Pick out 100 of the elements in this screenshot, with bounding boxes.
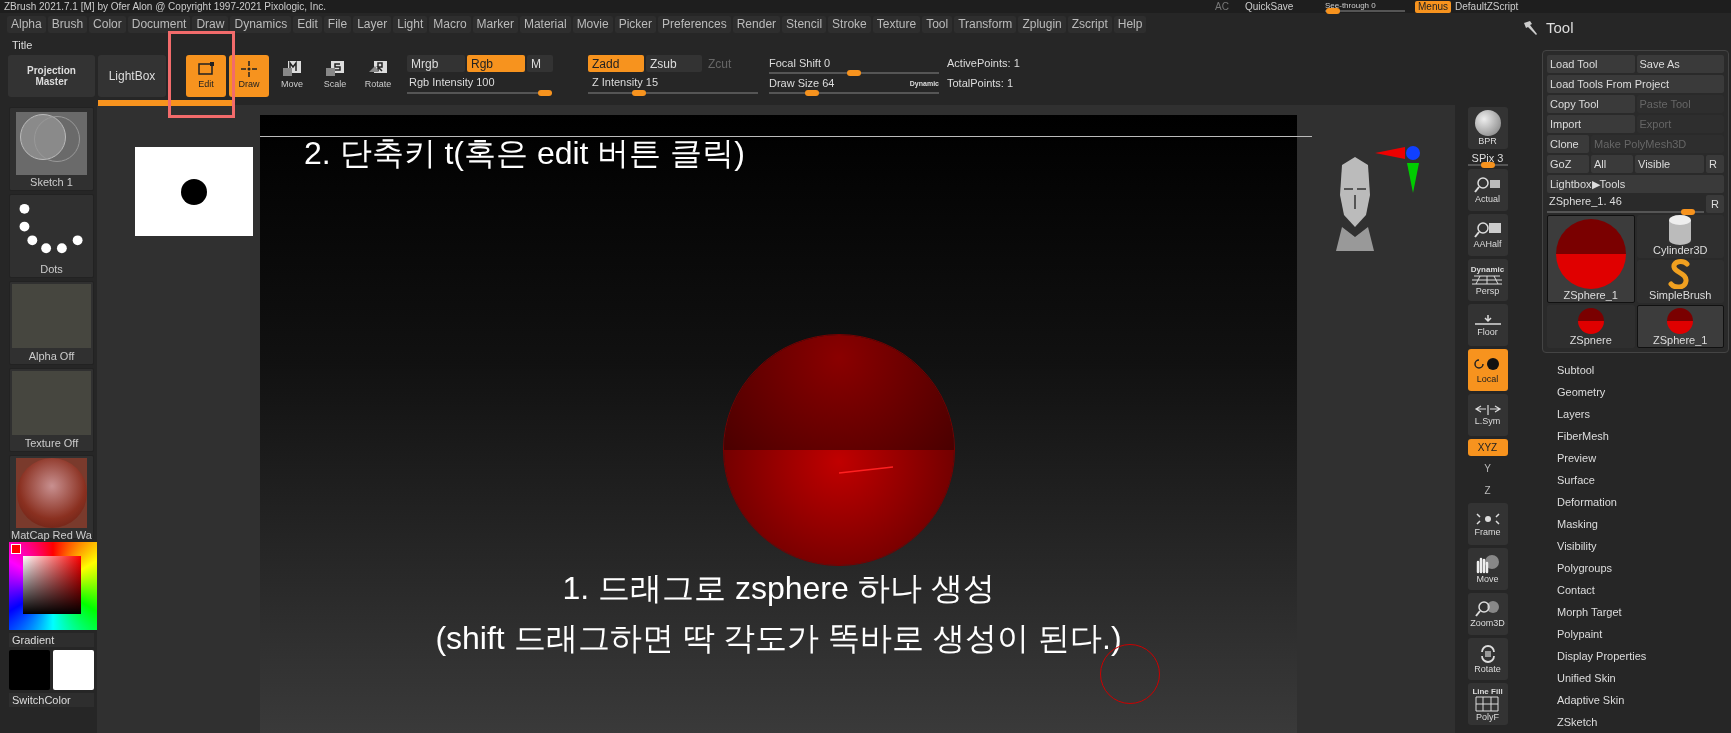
- shelf-mode-button[interactable]: Rotate: [358, 55, 398, 97]
- menu-item[interactable]: Marker: [472, 16, 518, 33]
- switch-color-button[interactable]: SwitchColor: [9, 693, 94, 707]
- z-mode-button[interactable]: Zadd: [588, 55, 644, 72]
- shelf-button[interactable]: AAHalf: [1467, 214, 1508, 256]
- shelf-button[interactable]: Rotate: [1467, 638, 1508, 680]
- reset-button[interactable]: R: [1706, 195, 1724, 213]
- subpalette-item[interactable]: Masking: [1557, 513, 1731, 535]
- slider-thumb[interactable]: [1480, 162, 1495, 168]
- slider-thumb[interactable]: [847, 70, 861, 76]
- slider-thumb[interactable]: [1681, 209, 1696, 215]
- menu-item[interactable]: Render: [732, 16, 781, 33]
- subpalette-item[interactable]: ZSketch: [1557, 711, 1731, 733]
- subpalette-item[interactable]: Polygroups: [1557, 557, 1731, 579]
- shelf-mode-button[interactable]: Move: [272, 55, 312, 97]
- shelf-button[interactable]: Actual: [1467, 169, 1508, 211]
- menus-button[interactable]: Menus: [1415, 0, 1451, 13]
- color-mode-button[interactable]: Rgb: [467, 55, 525, 72]
- zsphere[interactable]: [723, 334, 955, 566]
- tool-button[interactable]: Load Tools From Project: [1547, 75, 1724, 93]
- shelf-button[interactable]: L.Sym: [1467, 394, 1508, 436]
- tool-thumbnail[interactable]: ZSphere_1: [1547, 215, 1635, 303]
- menu-item[interactable]: Light: [393, 16, 428, 33]
- palette-tile[interactable]: Texture Off: [9, 368, 94, 452]
- subpalette-item[interactable]: Polypaint: [1557, 623, 1731, 645]
- shelf-button[interactable]: Zoom3D: [1467, 593, 1508, 635]
- subpalette-item[interactable]: Geometry: [1557, 381, 1731, 403]
- tool-button[interactable]: Load Tool: [1547, 55, 1635, 73]
- subpalette-item[interactable]: Adaptive Skin: [1557, 689, 1731, 711]
- menu-item[interactable]: Zplugin: [1018, 16, 1066, 33]
- z-mode-button[interactable]: Zsub: [646, 55, 702, 72]
- menu-item[interactable]: Alpha: [7, 16, 46, 33]
- secondary-color-swatch[interactable]: [53, 650, 94, 690]
- color-picker[interactable]: [9, 542, 97, 630]
- menu-item[interactable]: Stencil: [782, 16, 827, 33]
- slider-thumb[interactable]: [804, 90, 819, 96]
- menu-item[interactable]: Movie: [572, 16, 613, 33]
- menu-item[interactable]: Material: [519, 16, 571, 33]
- tool-thumbnail[interactable]: ZSphere_1: [1636, 305, 1724, 348]
- menu-item[interactable]: Stroke: [828, 16, 871, 33]
- menu-item[interactable]: Document: [127, 16, 191, 33]
- menu-item[interactable]: Edit: [293, 16, 322, 33]
- tool-thumbnail[interactable]: SimpleBrush: [1636, 260, 1724, 303]
- slider-track[interactable]: [1325, 9, 1405, 12]
- palette-tile[interactable]: Sketch 1: [9, 107, 94, 191]
- subpalette-item[interactable]: Contact: [1557, 579, 1731, 601]
- menu-item[interactable]: Layer: [353, 16, 392, 33]
- shelf-button[interactable]: Move: [1467, 548, 1508, 590]
- menu-item[interactable]: Macro: [429, 16, 471, 33]
- shelf-button[interactable]: Floor: [1467, 304, 1508, 346]
- tool-button[interactable]: R: [1706, 155, 1724, 173]
- tool-button[interactable]: All: [1591, 155, 1633, 173]
- subpalette-item[interactable]: Subtool: [1557, 359, 1731, 381]
- menu-item[interactable]: Color: [89, 16, 126, 33]
- tool-thumbnail[interactable]: Cylinder3D: [1636, 215, 1724, 258]
- tool-button[interactable]: Save As: [1636, 55, 1724, 73]
- ac-label[interactable]: AC: [1215, 0, 1245, 13]
- subpalette-item[interactable]: Deformation: [1557, 491, 1731, 513]
- shelf-button[interactable]: Local: [1467, 349, 1508, 391]
- tool-button[interactable]: Copy Tool: [1547, 95, 1635, 113]
- tool-button[interactable]: GoZ: [1547, 155, 1589, 173]
- main-color-swatch[interactable]: [9, 650, 50, 690]
- projection-master-button[interactable]: Projection Master: [8, 55, 95, 97]
- shelf-mode-button[interactable]: Edit: [186, 55, 226, 97]
- subpalette-item[interactable]: FiberMesh: [1557, 425, 1731, 447]
- subpalette-item[interactable]: Visibility: [1557, 535, 1731, 557]
- palette-tile[interactable]: Alpha Off: [9, 281, 94, 365]
- tool-thumbnail[interactable]: ZSpnere: [1547, 305, 1635, 348]
- subpalette-item[interactable]: Morph Target: [1557, 601, 1731, 623]
- palette-tile[interactable]: MatCap Red Wa: [9, 455, 94, 539]
- menu-item[interactable]: Brush: [47, 16, 88, 33]
- shelf-button[interactable]: Line Fill PolyF: [1467, 683, 1508, 725]
- shelf-button[interactable]: Dynamic Persp: [1467, 259, 1508, 301]
- gradient-button[interactable]: Gradient: [9, 633, 94, 647]
- menu-item[interactable]: Preferences: [658, 16, 731, 33]
- shelf-button[interactable]: BPR: [1467, 107, 1508, 149]
- subpalette-item[interactable]: Surface: [1557, 469, 1731, 491]
- color-mode-button[interactable]: Mrgb: [407, 55, 465, 72]
- menu-item[interactable]: Tool: [922, 16, 953, 33]
- subpalette-item[interactable]: Preview: [1557, 447, 1731, 469]
- tool-button[interactable]: Lightbox▶Tools: [1547, 175, 1724, 193]
- axis-button[interactable]: Y: [1467, 459, 1508, 478]
- palette-tile[interactable]: Dots: [9, 194, 94, 278]
- menu-item[interactable]: File: [323, 16, 352, 33]
- color-mode-button[interactable]: M: [527, 55, 553, 72]
- tool-button[interactable]: Import: [1547, 115, 1635, 133]
- menu-item[interactable]: Help: [1113, 16, 1147, 33]
- shelf-button[interactable]: Frame: [1467, 503, 1508, 545]
- quicksave-button[interactable]: QuickSave: [1245, 0, 1325, 13]
- slider-thumb[interactable]: [632, 90, 646, 96]
- menu-item[interactable]: Texture: [872, 16, 921, 33]
- shelf-mode-button[interactable]: Scale: [315, 55, 355, 97]
- xyz-button[interactable]: XYZ: [1467, 439, 1508, 456]
- subpalette-item[interactable]: Display Properties: [1557, 645, 1731, 667]
- slider-thumb[interactable]: [537, 90, 552, 96]
- subpalette-item[interactable]: Unified Skin: [1557, 667, 1731, 689]
- subpalette-item[interactable]: Layers: [1557, 403, 1731, 425]
- menu-item[interactable]: Picker: [614, 16, 656, 33]
- menu-item[interactable]: Dynamics: [230, 16, 292, 33]
- tool-button[interactable]: Clone: [1547, 135, 1589, 153]
